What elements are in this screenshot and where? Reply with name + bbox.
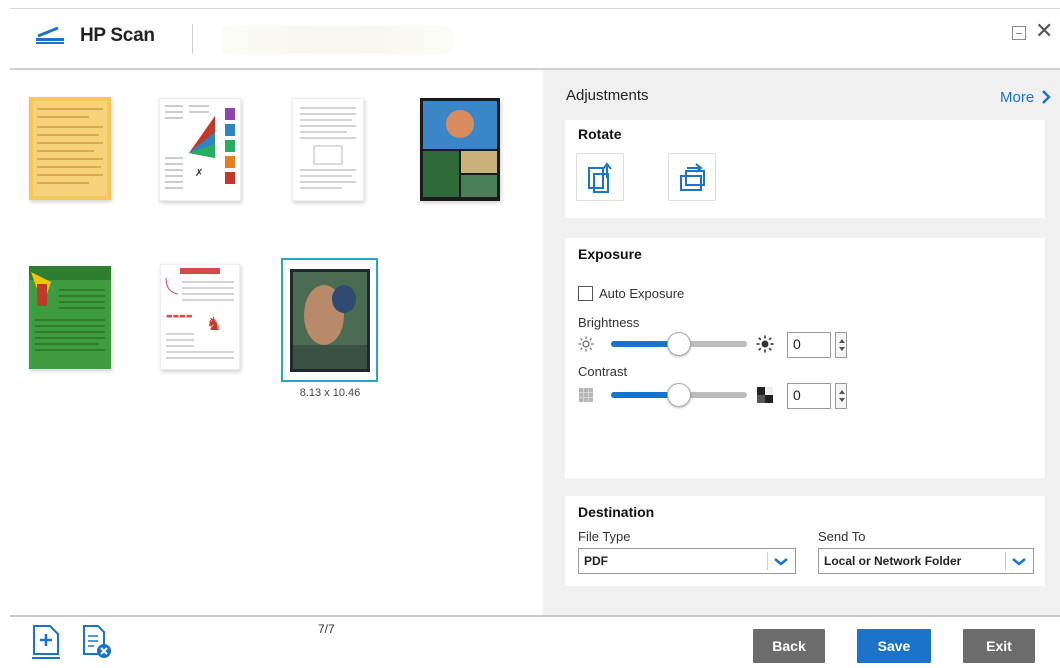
file-type-select[interactable]: PDF xyxy=(578,548,796,574)
file-type-label: File Type xyxy=(578,529,631,544)
brightness-value-input[interactable]: 0 xyxy=(787,332,831,358)
thumb-page-7[interactable] xyxy=(290,269,370,372)
contrast-high-icon xyxy=(757,387,773,403)
minimize-icon[interactable] xyxy=(1012,26,1026,40)
brightness-low-icon xyxy=(578,336,594,352)
close-icon[interactable]: ✕ xyxy=(1035,20,1053,42)
more-link[interactable]: More xyxy=(1000,89,1052,106)
title-bar xyxy=(10,8,1060,70)
rotate-left-icon xyxy=(588,162,612,193)
brightness-slider-knob[interactable] xyxy=(667,332,691,356)
svg-text:▬▬▬▬: ▬▬▬▬ xyxy=(166,312,192,320)
rotate-right-icon xyxy=(680,163,705,191)
footer-divider xyxy=(10,615,1060,617)
exposure-title: Exposure xyxy=(578,246,642,262)
adjustments-title: Adjustments xyxy=(566,87,649,104)
send-to-select[interactable]: Local or Network Folder xyxy=(818,548,1034,574)
chevron-down-icon xyxy=(767,552,788,570)
rotate-title: Rotate xyxy=(578,126,622,142)
add-page-icon[interactable] xyxy=(30,624,62,660)
save-button[interactable]: Save xyxy=(857,629,931,663)
thumb-page-5[interactable] xyxy=(29,266,111,369)
page-count: 7/7 xyxy=(318,622,335,636)
contrast-label: Contrast xyxy=(578,364,628,379)
brightness-stepper[interactable] xyxy=(835,332,847,358)
thumb-page-1[interactable] xyxy=(29,97,111,200)
thumb-page-2[interactable]: ✗ xyxy=(159,98,241,201)
blurred-header-area xyxy=(222,26,452,54)
more-label: More xyxy=(1000,89,1035,106)
delete-page-icon[interactable] xyxy=(80,624,112,660)
destination-title: Destination xyxy=(578,504,655,520)
contrast-stepper[interactable] xyxy=(835,383,847,409)
chevron-right-icon xyxy=(1042,90,1052,104)
back-button[interactable]: Back xyxy=(753,629,825,663)
exposure-card xyxy=(565,238,1045,478)
thumb-page-3[interactable] xyxy=(292,98,364,201)
svg-text:✗: ✗ xyxy=(195,168,203,179)
rotate-right-button[interactable] xyxy=(668,153,716,201)
app-title: HP Scan xyxy=(80,25,155,46)
thumb-page-6[interactable]: ▬▬▬▬ ♞ xyxy=(160,264,240,370)
hp-scan-window: HP Scan ✕ ✗ ▬▬▬▬ ♞ 8.13 x 10.46 Adjustme… xyxy=(0,0,1060,668)
send-to-label: Send To xyxy=(818,529,866,544)
exit-button[interactable]: Exit xyxy=(963,629,1035,663)
contrast-low-icon xyxy=(579,388,593,402)
chevron-down-icon xyxy=(1005,552,1026,570)
thumb-page-7-selection[interactable] xyxy=(281,258,378,382)
brightness-high-icon xyxy=(756,335,774,353)
scanner-logo-icon xyxy=(36,26,64,44)
svg-text:♞: ♞ xyxy=(206,314,222,335)
contrast-slider-knob[interactable] xyxy=(667,383,691,407)
brightness-label: Brightness xyxy=(578,315,640,330)
file-type-value: PDF xyxy=(584,554,608,568)
title-separator xyxy=(192,24,193,54)
rotate-card xyxy=(565,120,1045,218)
auto-exposure-checkbox[interactable] xyxy=(578,286,593,301)
thumb-page-4[interactable] xyxy=(420,98,500,201)
rotate-left-button[interactable] xyxy=(576,153,624,201)
send-to-value: Local or Network Folder xyxy=(824,554,962,568)
selected-page-dimensions: 8.13 x 10.46 xyxy=(299,387,361,399)
auto-exposure-label: Auto Exposure xyxy=(599,286,685,301)
contrast-value-input[interactable]: 0 xyxy=(787,383,831,409)
